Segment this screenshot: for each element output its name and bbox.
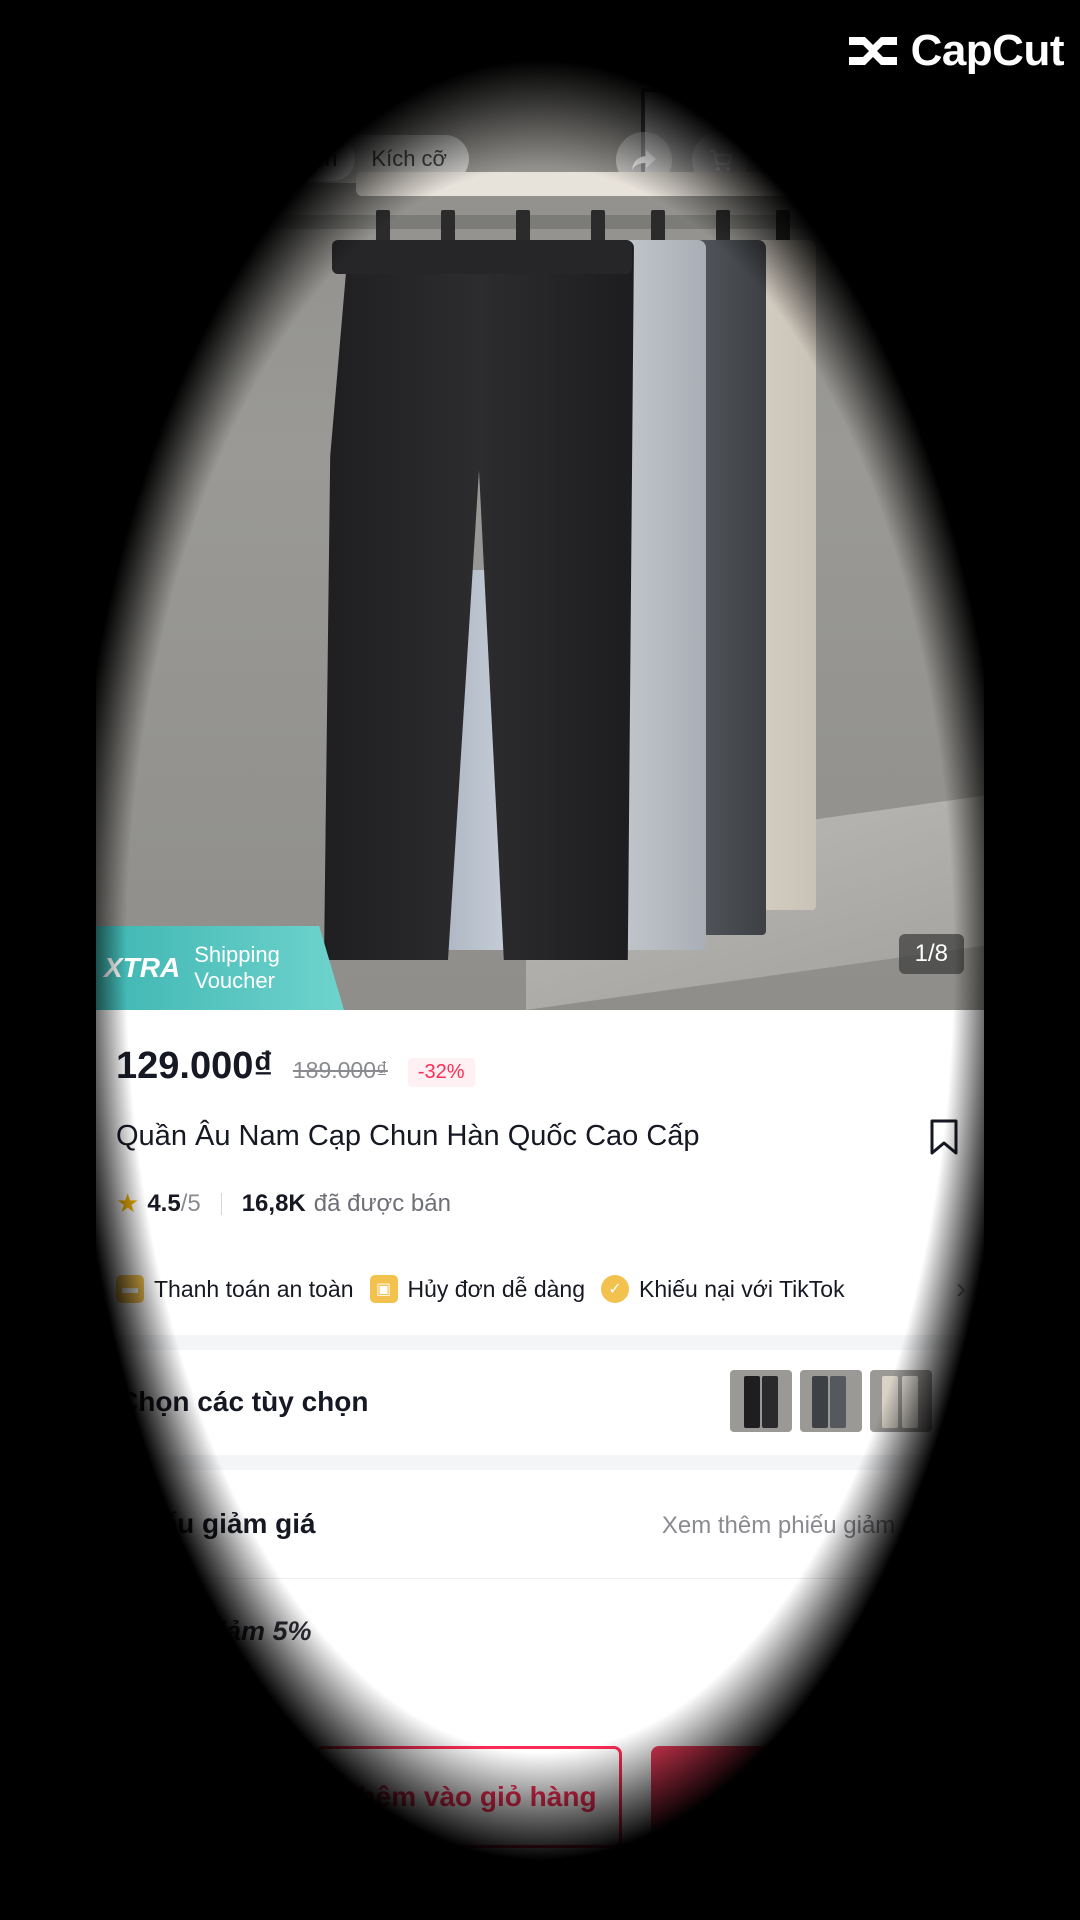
bookmark-icon[interactable] (928, 1118, 960, 1156)
discount-badge: -32% (407, 1058, 475, 1087)
sold-label: đã được bán (313, 1189, 451, 1217)
hanger-clip (376, 210, 390, 244)
assurance-label: Hủy đơn dễ dàng (407, 1275, 586, 1302)
xtra-line-1: Shipping (194, 942, 280, 967)
add-to-cart-button[interactable]: Thêm vào giỏ hàng (316, 1746, 622, 1848)
hanger-clip (651, 210, 665, 244)
assurance-label: Khiếu nại với TikTok (639, 1275, 845, 1302)
rating-value: 4.5 (147, 1189, 181, 1217)
chevron-right-icon: › (952, 1380, 962, 1413)
variant-thumbnail (730, 1370, 792, 1432)
product-title: Quần Âu Nam Cạp Chun Hàn Quốc Cao Cấp (116, 1120, 700, 1152)
product-page: Sản phẩm Kích cỡ XTRA Shipping Voucher 1… (96, 0, 984, 1920)
tab-product[interactable]: Sản phẩm (210, 137, 356, 181)
bundle-deal[interactable]: Mua 2 giảm 5% (118, 1616, 312, 1647)
chevron-right-icon[interactable]: › (952, 1610, 962, 1644)
hanger-clip (516, 210, 530, 244)
current-price: 129.000₫ (116, 1045, 273, 1087)
assurance-secure-payment: ▬ Thanh toán an toàn (116, 1275, 354, 1303)
hanger-bar (356, 172, 916, 196)
product-image-carousel[interactable]: Sản phẩm Kích cỡ XTRA Shipping Voucher 1… (96, 0, 984, 1010)
xtra-mark: XTRA (104, 952, 181, 983)
wallet-icon: ▬ (116, 1275, 144, 1303)
hanger-clip (776, 210, 790, 244)
voucher-section: Phiếu giảm giá Xem thêm phiếu giảm giá ›… (96, 1470, 984, 1700)
assurance-row[interactable]: ▬ Thanh toán an toàn ▣ Hủy đơn dễ dàng ✓… (116, 1272, 966, 1306)
tab-size[interactable]: Kích cỡ (363, 146, 455, 172)
product-info: 129.000₫ 189.000₫ -32% Quần Âu Nam Cạp C… (96, 1010, 984, 1335)
xtra-line-2: Voucher (194, 968, 275, 993)
original-price: 189.000₫ (292, 1057, 388, 1083)
xtra-text: Shipping Voucher (194, 942, 280, 994)
rating-max: /5 (180, 1189, 201, 1217)
assurance-tiktok-claim: ✓ Khiếu nại với TikTok (601, 1275, 845, 1303)
sold-count: 16,8K (241, 1189, 306, 1217)
variant-thumbnail (870, 1370, 932, 1432)
options-label: Chọn các tùy chọn (118, 1386, 369, 1417)
box-icon: ▣ (369, 1275, 398, 1303)
variant-thumbnail (800, 1370, 862, 1432)
rating-row: ★ 4.5 /5 16,8K đã được bán (116, 1188, 451, 1219)
image-counter: 1/8 (898, 934, 964, 974)
pants-waistband (332, 240, 632, 274)
divider (220, 1192, 222, 1215)
action-bar: Thêm vào giỏ hàng (96, 1700, 984, 1920)
divider (118, 1578, 962, 1579)
options-selector[interactable]: Chọn các tùy chọn › (96, 1350, 984, 1455)
chevron-right-icon[interactable]: › (952, 1504, 962, 1538)
variant-thumbnails (730, 1370, 932, 1432)
price-row: 129.000₫ 189.000₫ -32% (116, 1045, 475, 1088)
assurance-label: Thanh toán an toàn (154, 1275, 354, 1302)
capcut-logo-icon (848, 37, 897, 65)
chevron-right-icon: › (956, 1272, 966, 1305)
star-icon: ★ (116, 1188, 140, 1218)
hanger-clip (441, 210, 455, 244)
check-badge-icon: ✓ (601, 1275, 629, 1303)
see-more-vouchers-link[interactable]: Xem thêm phiếu giảm giá (662, 1512, 934, 1540)
capcut-watermark: CapCut (845, 26, 1065, 76)
hanger-clip (591, 210, 605, 244)
voucher-label: Phiếu giảm giá (118, 1508, 316, 1539)
watermark-text: CapCut (910, 26, 1065, 75)
hanger-clip (716, 210, 730, 244)
wall-shelf (96, 215, 984, 229)
assurance-easy-cancel: ▣ Hủy đơn dễ dàng (369, 1275, 586, 1303)
buy-now-button[interactable] (651, 1746, 871, 1842)
xtra-shipping-badge: XTRA Shipping Voucher (96, 926, 344, 1010)
